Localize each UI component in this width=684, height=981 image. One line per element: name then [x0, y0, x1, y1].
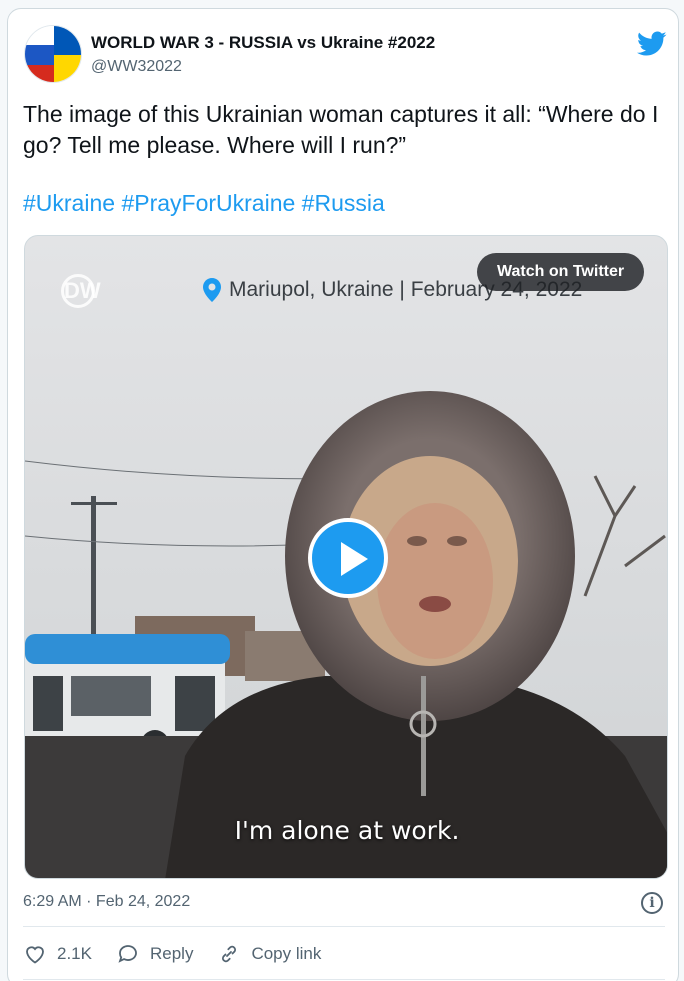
watch-on-twitter-button[interactable]: Watch on Twitter [477, 253, 645, 291]
tweet-card: WORLD WAR 3 - RUSSIA vs Ukraine #2022 @W… [7, 8, 679, 981]
location-pin-icon [203, 278, 221, 302]
tweet-actions: 2.1K Reply Copy link [23, 941, 345, 967]
tweet-text: The image of this Ukrainian woman captur… [23, 101, 659, 158]
copy-link-label: Copy link [251, 944, 322, 963]
like-button[interactable]: 2.1K [23, 942, 92, 966]
avatar[interactable] [24, 25, 82, 83]
link-icon [222, 945, 237, 963]
play-button[interactable] [308, 518, 388, 598]
like-count: 2.1K [57, 944, 92, 963]
bottom-divider [23, 979, 665, 980]
hashtags: #Ukraine #PrayForUkraine #Russia [23, 190, 385, 217]
tweet-timestamp[interactable]: 6:29 AM · Feb 24, 2022 [23, 893, 190, 911]
copy-link-button[interactable]: Copy link [217, 942, 321, 966]
dw-logo: DW [61, 274, 131, 314]
author-handle[interactable]: @WW32022 [91, 58, 182, 76]
author-name[interactable]: WORLD WAR 3 - RUSSIA vs Ukraine #2022 [91, 33, 435, 53]
info-icon[interactable]: i [641, 892, 663, 914]
video-media[interactable]: DW Mariupol, Ukraine | February 24, 2022… [24, 235, 668, 879]
divider [23, 926, 665, 927]
reply-button[interactable]: Reply [116, 942, 193, 966]
hashtag-prayforukraine[interactable]: #PrayForUkraine [121, 190, 295, 216]
video-subtitle: I'm alone at work. [234, 816, 460, 845]
reply-label: Reply [149, 944, 194, 963]
hashtag-russia[interactable]: #Russia [302, 190, 385, 216]
heart-icon [26, 946, 44, 964]
speech-bubble-icon [118, 945, 137, 963]
hashtag-ukraine[interactable]: #Ukraine [23, 190, 115, 216]
twitter-bird-icon[interactable] [637, 31, 667, 57]
